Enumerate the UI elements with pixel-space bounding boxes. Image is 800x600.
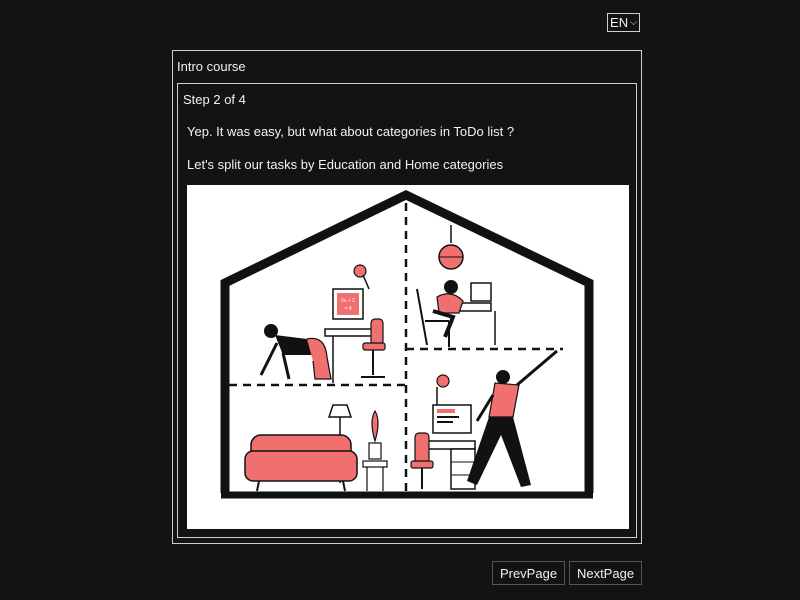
board-text-1: 5x + 2 xyxy=(341,298,355,304)
chevron-down-icon: ⌵ xyxy=(630,17,637,27)
step-indicator: Step 2 of 4 xyxy=(183,92,246,107)
house-illustration: 5x + 2 = 4 xyxy=(187,185,629,529)
instruction-text-1: Yep. It was easy, but what about categor… xyxy=(187,124,515,139)
board-text-2: = 4 xyxy=(344,306,351,312)
intro-course-panel: Intro course Step 2 of 4 Yep. It was eas… xyxy=(172,50,642,544)
language-select[interactable]: EN ⌵ xyxy=(607,13,640,32)
prev-page-button[interactable]: PrevPage xyxy=(492,561,565,585)
house-illustration-svg: 5x + 2 = 4 xyxy=(220,190,594,499)
panel-title: Intro course xyxy=(177,59,246,74)
next-page-button[interactable]: NextPage xyxy=(569,561,642,585)
step-panel: Step 2 of 4 Yep. It was easy, but what a… xyxy=(177,83,637,538)
language-value: EN xyxy=(610,15,629,30)
instruction-text-2: Let's split our tasks by Education and H… xyxy=(187,157,504,172)
